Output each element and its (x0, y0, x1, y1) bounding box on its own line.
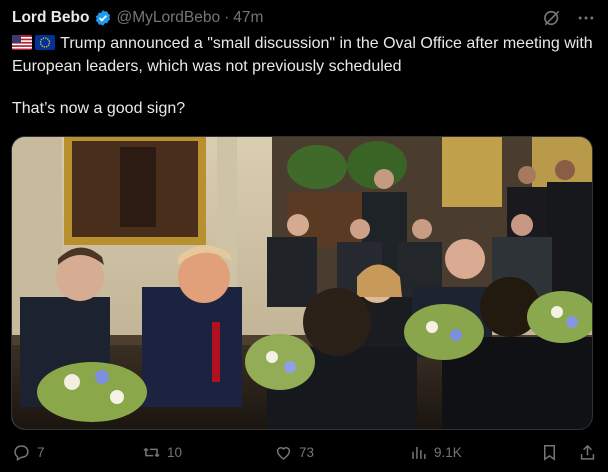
views-count: 9.1K (434, 444, 462, 460)
bookmark-icon (543, 444, 556, 461)
verified-badge-icon (94, 9, 112, 27)
bookmark-button[interactable] (540, 443, 565, 462)
author-name[interactable]: Lord Bebo (12, 9, 90, 27)
views-icon (412, 446, 426, 459)
repost-count: 10 (167, 444, 183, 460)
repost-button[interactable]: 10 (142, 443, 182, 462)
post-text-line1: Trump announced a "small discussion" in … (12, 35, 593, 75)
author-handle[interactable]: @MyLordBebo (117, 9, 221, 27)
views-button[interactable]: 9.1K (409, 443, 462, 462)
post-time[interactable]: 47m (233, 9, 263, 27)
share-icon (580, 444, 595, 460)
post-photo[interactable] (11, 136, 593, 430)
reply-count: 7 (37, 444, 45, 460)
more-icon[interactable] (576, 8, 596, 28)
reply-button[interactable]: 7 (12, 443, 45, 462)
share-button[interactable] (578, 443, 603, 462)
post-text-line2: That’s now a good sign? (12, 100, 186, 117)
post-header: Lord Bebo @MyLordBebo · 47m (12, 6, 596, 30)
like-button[interactable]: 73 (274, 443, 314, 462)
like-count: 73 (299, 444, 315, 460)
action-bar: 7 10 73 9.1K (12, 440, 596, 464)
post-text: Trump announced a "small discussion" in … (12, 33, 596, 119)
reply-icon (14, 444, 29, 461)
like-icon (276, 446, 291, 460)
repost-icon (143, 447, 160, 457)
grok-icon[interactable] (542, 8, 562, 28)
flags-emoji (12, 35, 56, 56)
separator-dot: · (224, 9, 230, 26)
